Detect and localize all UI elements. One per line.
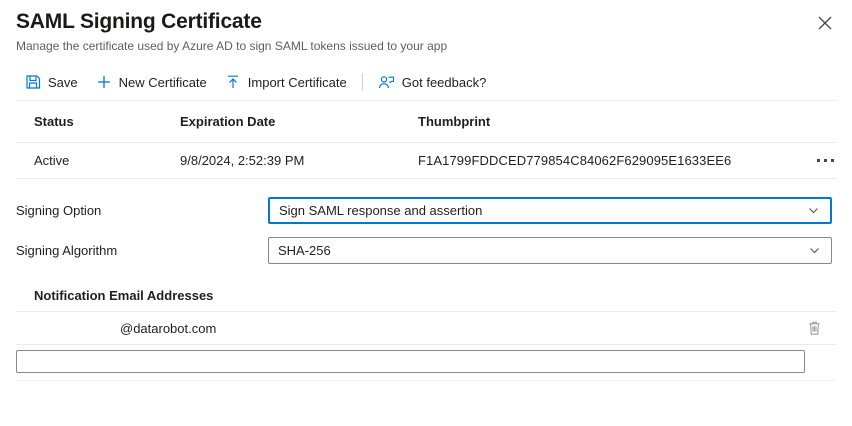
plus-icon bbox=[96, 74, 112, 90]
signing-option-select[interactable]: Sign SAML response and assertion bbox=[268, 197, 832, 224]
notification-emails-heading: Notification Email Addresses bbox=[34, 288, 836, 303]
trash-icon bbox=[807, 320, 822, 336]
column-header-status: Status bbox=[34, 114, 180, 129]
signing-algorithm-row: Signing Algorithm SHA-256 bbox=[16, 237, 836, 264]
saml-signing-certificate-panel: SAML Signing Certificate Manage the cert… bbox=[0, 0, 852, 426]
panel-header: SAML Signing Certificate Manage the cert… bbox=[0, 0, 852, 53]
signing-algorithm-select[interactable]: SHA-256 bbox=[268, 237, 832, 264]
toolbar-divider bbox=[362, 73, 363, 91]
cell-status: Active bbox=[34, 153, 180, 168]
import-certificate-button[interactable]: Import Certificate bbox=[216, 70, 356, 94]
page-subtitle: Manage the certificate used by Azure AD … bbox=[16, 39, 836, 53]
signing-option-label: Signing Option bbox=[16, 203, 268, 218]
bottom-divider bbox=[16, 380, 836, 381]
delete-email-button[interactable] bbox=[805, 318, 824, 338]
save-icon bbox=[25, 74, 41, 90]
signing-option-value: Sign SAML response and assertion bbox=[279, 203, 482, 218]
column-header-expiration-date: Expiration Date bbox=[180, 114, 418, 129]
certificate-table-header: Status Expiration Date Thumbprint bbox=[16, 101, 836, 143]
chevron-down-icon bbox=[808, 244, 821, 257]
import-certificate-button-label: Import Certificate bbox=[248, 75, 347, 90]
notification-email-row: @datarobot.com bbox=[16, 311, 836, 345]
upload-icon bbox=[225, 74, 241, 90]
new-certificate-button[interactable]: New Certificate bbox=[87, 70, 216, 94]
certificate-table-row[interactable]: Active 9/8/2024, 2:52:39 PM F1A1799FDDCE… bbox=[16, 143, 836, 179]
notification-email-value: @datarobot.com bbox=[16, 321, 805, 336]
got-feedback-button-label: Got feedback? bbox=[402, 75, 487, 90]
cell-thumbprint: F1A1799FDDCED779854C84062F629095E1633EE6 bbox=[418, 153, 796, 168]
save-button[interactable]: Save bbox=[16, 70, 87, 94]
close-button[interactable] bbox=[814, 12, 836, 34]
signing-option-row: Signing Option Sign SAML response and as… bbox=[16, 197, 836, 224]
toolbar: Save New Certificate Import Certificate … bbox=[0, 69, 852, 95]
signing-algorithm-value: SHA-256 bbox=[278, 243, 331, 258]
feedback-icon bbox=[378, 74, 395, 90]
panel-content: Status Expiration Date Thumbprint Active… bbox=[16, 101, 836, 381]
got-feedback-button[interactable]: Got feedback? bbox=[369, 70, 496, 94]
cell-expiration-date: 9/8/2024, 2:52:39 PM bbox=[180, 153, 418, 168]
close-icon bbox=[818, 16, 832, 30]
signing-algorithm-label: Signing Algorithm bbox=[16, 243, 268, 258]
new-certificate-button-label: New Certificate bbox=[119, 75, 207, 90]
ellipsis-icon bbox=[817, 159, 820, 162]
column-header-thumbprint: Thumbprint bbox=[418, 114, 796, 129]
row-context-menu-button[interactable] bbox=[796, 155, 836, 166]
save-button-label: Save bbox=[48, 75, 78, 90]
certificate-table: Status Expiration Date Thumbprint Active… bbox=[16, 101, 836, 179]
new-email-input[interactable] bbox=[16, 350, 805, 373]
page-title: SAML Signing Certificate bbox=[16, 8, 836, 36]
chevron-down-icon bbox=[807, 204, 820, 217]
